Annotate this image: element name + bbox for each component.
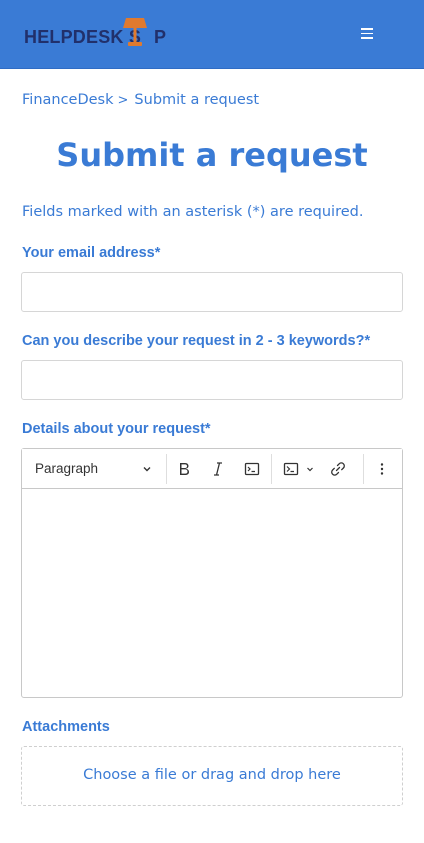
breadcrumb-separator: >	[117, 93, 129, 108]
toolbar-divider	[363, 454, 364, 484]
lamp-icon	[123, 18, 147, 46]
site-header: HELPDESK SP	[0, 0, 424, 69]
paragraph-style-dropdown[interactable]: Paragraph	[26, 455, 156, 483]
code-block-icon[interactable]	[241, 458, 263, 480]
page-title: Submit a request	[56, 136, 368, 174]
chevron-down-icon	[143, 467, 151, 472]
breadcrumb: FinanceDesk > Submit a request	[22, 92, 259, 108]
subject-label: Can you describe your request in 2 - 3 k…	[22, 333, 371, 349]
details-editor-area[interactable]	[22, 489, 402, 697]
attachment-dropzone[interactable]: Choose a file or drag and drop here	[21, 746, 403, 806]
email-field[interactable]	[21, 272, 403, 312]
bold-icon[interactable]	[173, 458, 195, 480]
toolbar-divider	[271, 454, 272, 484]
attachments-label: Attachments	[22, 719, 110, 735]
italic-icon[interactable]	[207, 458, 229, 480]
breadcrumb-current: Submit a request	[134, 92, 260, 108]
details-label: Details about your request*	[22, 421, 211, 437]
insert-code-icon[interactable]	[280, 458, 318, 480]
helpdesk-shop-logo[interactable]: HELPDESK SP	[24, 16, 174, 52]
dropzone-text: Choose a file or drag and drop here	[83, 767, 341, 783]
more-options-icon[interactable]	[371, 458, 393, 480]
breadcrumb-financedesk[interactable]: FinanceDesk	[22, 92, 114, 108]
email-label: Your email address*	[22, 245, 161, 261]
editor-toolbar: Paragraph	[22, 449, 402, 489]
hamburger-menu-icon[interactable]	[356, 24, 378, 42]
link-icon[interactable]	[327, 458, 349, 480]
required-fields-note: Fields marked with an asterisk (*) are r…	[22, 204, 364, 220]
toolbar-divider	[166, 454, 167, 484]
subject-field[interactable]	[21, 360, 403, 400]
rich-text-editor: Paragraph	[21, 448, 403, 698]
paragraph-style-value: Paragraph	[35, 461, 99, 476]
